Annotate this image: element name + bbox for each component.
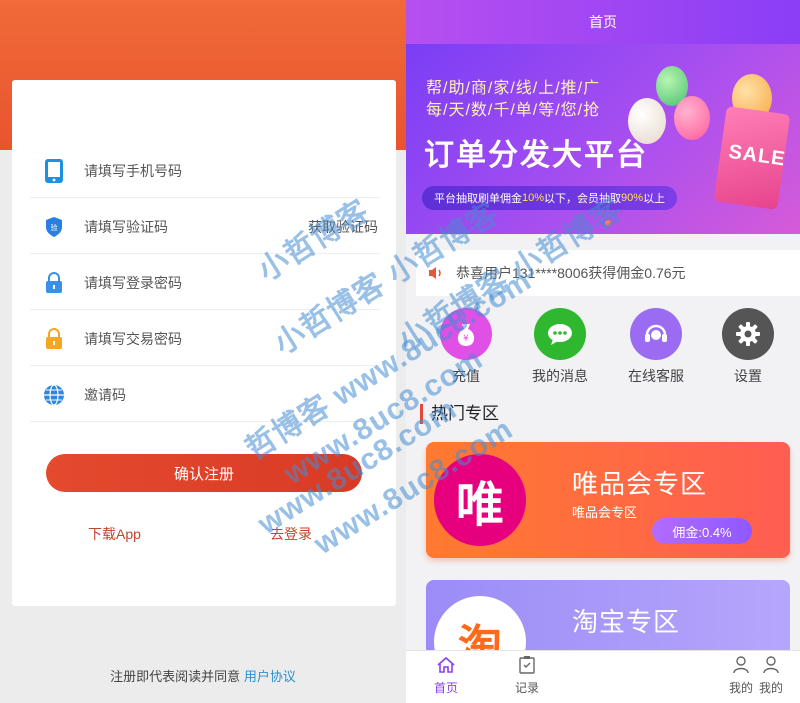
banner-headline: 订单分发大平台	[424, 139, 648, 172]
quick-actions: ¥ 充值 我的消息 在线客服 设置	[406, 308, 800, 388]
balloon-decoration	[674, 96, 710, 140]
user-icon	[763, 656, 779, 674]
globe-icon	[30, 383, 78, 406]
register-card: 请填写手机号码 验 请填写验证码 获取验证码 请填写登录密码 请填写交易密码 邀…	[12, 80, 396, 606]
lock-icon	[30, 327, 78, 350]
svg-text:¥: ¥	[463, 334, 469, 344]
get-code-button[interactable]: 获取验证码	[308, 217, 378, 237]
trade-password-field[interactable]: 请填写交易密码	[30, 312, 380, 366]
notice-bar: 恭喜用户131****8006获得佣金0.76元	[416, 250, 800, 296]
register-screen: 请填写手机号码 验 请填写验证码 获取验证码 请填写登录密码 请填写交易密码 邀…	[0, 0, 406, 703]
tab-label: 记录	[514, 681, 539, 695]
quick-label: 充值	[452, 368, 480, 384]
vip-logo: 唯	[434, 454, 526, 546]
carousel-dot[interactable]	[605, 220, 611, 226]
sale-text: SALE	[727, 140, 787, 171]
section-title: 热门专区	[420, 404, 499, 424]
tab-home[interactable]: 首页	[411, 655, 481, 696]
agreement-prefix: 注册即代表阅读并同意	[110, 669, 241, 684]
lock-icon	[30, 271, 78, 294]
pill-highlight: 10%	[522, 192, 545, 204]
shield-icon: 验	[30, 216, 78, 238]
pill-text: 平台抽取刷单佣金	[434, 193, 522, 205]
tab-mine[interactable]: 我的	[736, 655, 800, 696]
banner-line-2: 每/天/数/千/单/等/您/抢	[426, 102, 601, 119]
notice-text: 恭喜用户131****8006获得佣金0.76元	[456, 265, 686, 281]
promo-banner[interactable]: SALE 帮/助/商/家/线/上/推/广 每/天/数/千/单/等/您/抢 订单分…	[406, 44, 800, 234]
money-bag-icon: ¥	[440, 308, 492, 360]
login-password-field[interactable]: 请填写登录密码	[30, 256, 380, 310]
gear-icon	[722, 308, 774, 360]
svg-text:验: 验	[51, 223, 58, 232]
commission-badge: 佣金:0.4%	[652, 518, 752, 544]
tab-records[interactable]: 记录	[492, 655, 562, 696]
headset-icon	[630, 308, 682, 360]
my-messages-button[interactable]: 我的消息	[520, 308, 600, 386]
home-icon	[437, 656, 455, 673]
online-service-button[interactable]: 在线客服	[616, 308, 696, 386]
record-icon	[519, 656, 535, 674]
tab-label: 首页	[433, 681, 458, 695]
phone-field[interactable]: 请填写手机号码	[30, 144, 380, 198]
quick-label: 在线客服	[628, 368, 684, 384]
banner-commission-pill: 平台抽取刷单佣金 10% 以下，会员抽取 90% 以上	[422, 186, 678, 210]
user-agreement-link[interactable]: 用户协议	[244, 669, 296, 684]
go-login-link[interactable]: 去登录	[270, 524, 312, 544]
vip-zone-card[interactable]: 唯 唯品会专区 唯品会专区 佣金:0.4%	[426, 442, 790, 558]
speaker-icon	[416, 265, 456, 281]
promo-title: 淘宝专区	[572, 607, 681, 637]
code-placeholder: 请填写验证码	[84, 218, 168, 235]
download-app-link[interactable]: 下载App	[88, 524, 141, 544]
phone-placeholder: 请填写手机号码	[84, 162, 182, 179]
page-title: 首页	[406, 0, 800, 44]
pill-highlight: 90%	[621, 192, 644, 204]
confirm-register-button[interactable]: 确认注册	[46, 454, 362, 492]
invite-code-field[interactable]: 邀请码	[30, 368, 380, 422]
login-password-placeholder: 请填写登录密码	[84, 274, 182, 291]
recharge-button[interactable]: ¥ 充值	[426, 308, 506, 386]
phone-icon	[30, 158, 78, 184]
quick-label: 我的消息	[532, 368, 588, 384]
home-screen: 首页 SALE 帮/助/商/家/线/上/推/广 每/天/数/千/单/等/您/抢 …	[406, 0, 800, 703]
promo-subtitle: 唯品会专区	[572, 505, 638, 520]
promo-title: 唯品会专区	[572, 469, 708, 499]
bottom-tab-bar: 首页 记录 我的 我的	[406, 650, 800, 703]
agreement-text: 注册即代表阅读并同意 用户协议	[0, 666, 406, 685]
quick-label: 设置	[734, 368, 762, 384]
pill-text: 以下，会员抽取	[544, 193, 622, 205]
trade-password-placeholder: 请填写交易密码	[84, 330, 182, 347]
tab-label: 我的	[758, 681, 783, 695]
shopping-bag-icon: SALE	[713, 106, 791, 210]
code-field[interactable]: 验 请填写验证码 获取验证码	[30, 200, 380, 254]
settings-button[interactable]: 设置	[708, 308, 788, 386]
invite-placeholder: 邀请码	[84, 386, 126, 403]
chat-icon	[534, 308, 586, 360]
pill-text: 以上	[643, 193, 666, 205]
banner-line-1: 帮/助/商/家/线/上/推/广	[426, 80, 601, 97]
